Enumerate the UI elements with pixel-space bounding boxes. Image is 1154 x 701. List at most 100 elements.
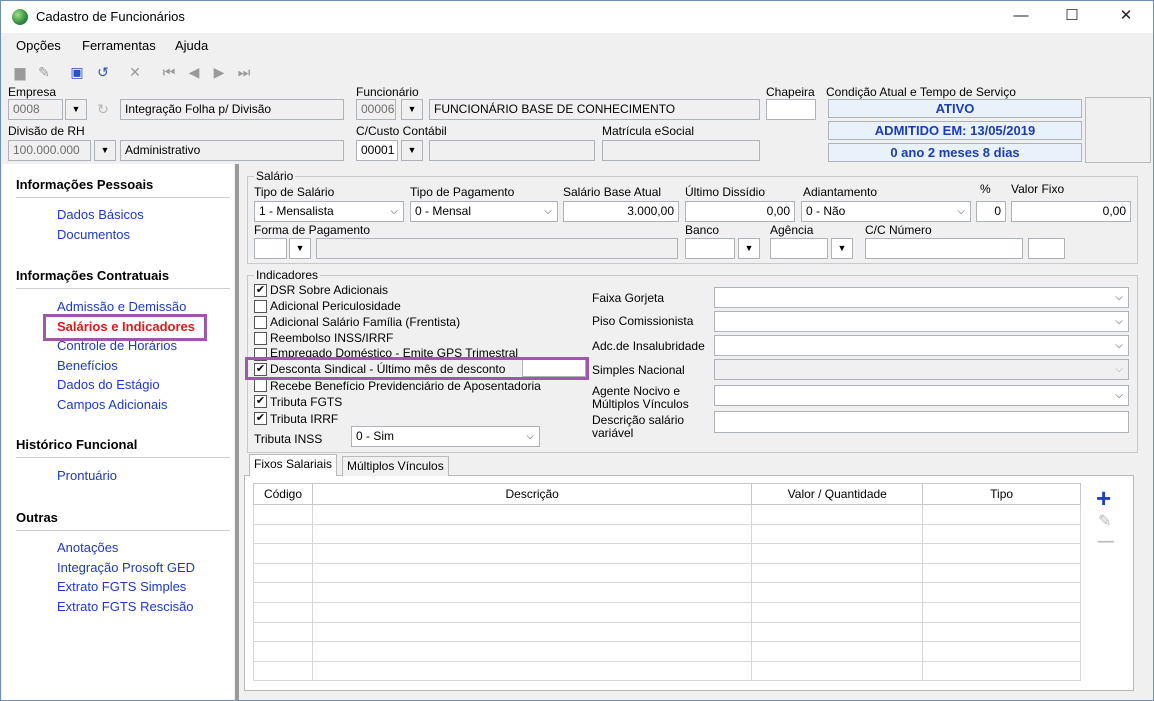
sidebar-item-ged[interactable]: Integração Prosoft GED <box>57 560 195 575</box>
column-header-codigo[interactable]: Código <box>253 483 313 505</box>
tipo-salario-value: 1 - Mensalista <box>259 204 334 218</box>
descricao-salario-label: Descrição salário <box>592 413 685 427</box>
forma-pagamento-label: Forma de Pagamento <box>254 223 371 237</box>
close-button[interactable]: ✕ <box>1103 1 1149 33</box>
column-header-tipo[interactable]: Tipo <box>922 483 1081 505</box>
checkbox-reembolso[interactable] <box>254 332 267 345</box>
photo-box[interactable] <box>1085 97 1151 163</box>
table-row[interactable] <box>253 523 1081 545</box>
edit-icon[interactable]: ✎ <box>34 62 54 82</box>
table-row[interactable] <box>253 562 1081 584</box>
menu-ajuda[interactable]: Ajuda <box>175 38 208 53</box>
table-row[interactable] <box>253 582 1081 603</box>
table-row[interactable] <box>253 660 1081 682</box>
table-row[interactable] <box>253 641 1081 662</box>
app-icon <box>12 9 28 25</box>
checkbox-label: Reembolso INSS/IRRF <box>270 331 394 345</box>
cc-numero-field[interactable] <box>865 238 1023 259</box>
chapeira-field[interactable] <box>766 99 816 120</box>
agencia-dropdown[interactable]: ▼ <box>831 238 853 259</box>
agente-nocivo-select[interactable]: ⌵ <box>714 385 1129 406</box>
percent-field[interactable]: 0 <box>976 201 1006 222</box>
checkbox-tributa-fgts[interactable]: ✔ <box>254 395 267 408</box>
add-icon[interactable]: + <box>1096 485 1111 511</box>
salario-base-field[interactable]: 3.000,00 <box>563 201 679 222</box>
checkbox-periculosidade[interactable] <box>254 300 267 313</box>
menu-ferramentas[interactable]: Ferramentas <box>82 38 156 53</box>
custo-dropdown[interactable]: ▼ <box>401 140 423 161</box>
table-row[interactable] <box>253 621 1081 643</box>
forma-pagamento-dropdown[interactable]: ▼ <box>289 238 311 259</box>
tab-multiplos-vinculos[interactable]: Múltiplos Vínculos <box>342 456 449 476</box>
sidebar-item-fgts-rescisao[interactable]: Extrato FGTS Rescisão <box>57 599 194 614</box>
refresh-icon[interactable]: ↻ <box>93 99 113 119</box>
forma-pagamento-code[interactable] <box>254 238 287 259</box>
maximize-button[interactable]: ☐ <box>1049 1 1095 33</box>
sidebar-item-beneficios[interactable]: Benefícios <box>57 358 118 373</box>
save-icon[interactable]: ▣ <box>67 62 87 82</box>
new-icon[interactable]: ▆ <box>10 62 30 82</box>
simples-nacional-select[interactable]: ⌵ <box>714 359 1129 380</box>
custo-code-field[interactable]: 00001 <box>356 140 398 161</box>
tipo-salario-select[interactable]: 1 - Mensalista ⌵ <box>254 201 404 222</box>
adiantamento-select[interactable]: 0 - Não ⌵ <box>801 201 971 222</box>
empresa-code-field[interactable]: 0008 <box>8 99 63 120</box>
descricao-salario-field[interactable] <box>714 411 1129 433</box>
banco-field[interactable] <box>685 238 735 259</box>
funcionario-code-field[interactable]: 00006 <box>356 99 396 120</box>
checkbox-dsr[interactable]: ✔ <box>254 284 267 297</box>
ultimo-dissidio-field[interactable]: 0,00 <box>685 201 795 222</box>
divisao-code-field[interactable]: 100.000.000 <box>8 140 91 161</box>
prev-icon[interactable]: ◀ <box>184 62 204 82</box>
delete-icon[interactable]: ✕ <box>125 62 145 82</box>
table-row[interactable] <box>253 543 1081 564</box>
cc-digito-field[interactable] <box>1028 238 1065 259</box>
sidebar-item-admissao[interactable]: Admissão e Demissão <box>57 299 186 314</box>
piso-comissionista-select[interactable]: ⌵ <box>714 311 1129 332</box>
funcionario-label: Funcionário <box>356 85 419 99</box>
menu-opcoes[interactable]: Opções <box>16 38 61 53</box>
sidebar-item-estagio[interactable]: Dados do Estágio <box>57 377 160 392</box>
sidebar-item-campos[interactable]: Campos Adicionais <box>57 397 168 412</box>
minimize-button[interactable]: — <box>998 1 1044 33</box>
agencia-field[interactable] <box>770 238 828 259</box>
table-row[interactable] <box>253 504 1081 525</box>
table-row[interactable] <box>253 601 1081 623</box>
sidebar-item-prontuario[interactable]: Prontuário <box>57 468 117 483</box>
next-icon[interactable]: ▶ <box>209 62 229 82</box>
valor-fixo-field[interactable]: 0,00 <box>1011 201 1131 222</box>
remove-icon[interactable]: — <box>1098 533 1114 551</box>
tipo-pagamento-select[interactable]: 0 - Mensal ⌵ <box>410 201 558 222</box>
checkbox-aposentadoria[interactable] <box>254 379 267 392</box>
agente-nocivo-label-2: Múltiplos Vínculos <box>592 397 689 411</box>
insalubridade-label: Adc.de Insalubridade <box>592 339 705 353</box>
column-header-descricao[interactable]: Descrição <box>311 483 753 505</box>
ultimo-dissidio-label: Último Dissídio <box>685 185 766 199</box>
window-title: Cadastro de Funcionários <box>36 9 185 24</box>
sidebar-section-outras: Outras <box>16 510 58 525</box>
undo-icon[interactable]: ↺ <box>93 62 113 82</box>
sidebar-item-anotacoes[interactable]: Anotações <box>57 540 118 555</box>
column-header-valor[interactable]: Valor / Quantidade <box>751 483 924 505</box>
sidebar-item-dados-basicos[interactable]: Dados Básicos <box>57 207 144 222</box>
empresa-dropdown[interactable]: ▼ <box>65 99 87 120</box>
sidebar-item-fgts-simples[interactable]: Extrato FGTS Simples <box>57 579 186 594</box>
tab-fixos-salariais[interactable]: Fixos Salariais <box>249 454 338 476</box>
banco-dropdown[interactable]: ▼ <box>738 238 760 259</box>
main-window: Cadastro de Funcionários — ☐ ✕ Opções Fe… <box>0 0 1154 701</box>
last-icon[interactable]: ⏭ <box>234 62 254 82</box>
sidebar-item-documentos[interactable]: Documentos <box>57 227 130 242</box>
checkbox-tributa-irrf[interactable]: ✔ <box>254 412 267 425</box>
divisao-dropdown[interactable]: ▼ <box>94 140 116 161</box>
faixa-gorjeta-select[interactable]: ⌵ <box>714 287 1129 308</box>
sidebar-section-pessoais: Informações Pessoais <box>16 177 154 192</box>
sidebar-section-contratuais: Informações Contratuais <box>16 268 170 283</box>
sidebar-divider <box>16 457 230 458</box>
tributa-inss-select[interactable]: 0 - Sim ⌵ <box>351 426 540 447</box>
adiantamento-label: Adiantamento <box>803 185 878 199</box>
edit-row-icon[interactable]: ✎ <box>1098 511 1111 531</box>
funcionario-dropdown[interactable]: ▼ <box>401 99 423 120</box>
insalubridade-select[interactable]: ⌵ <box>714 335 1129 356</box>
checkbox-salario-familia[interactable] <box>254 316 267 329</box>
first-icon[interactable]: ⏮ <box>159 62 179 82</box>
